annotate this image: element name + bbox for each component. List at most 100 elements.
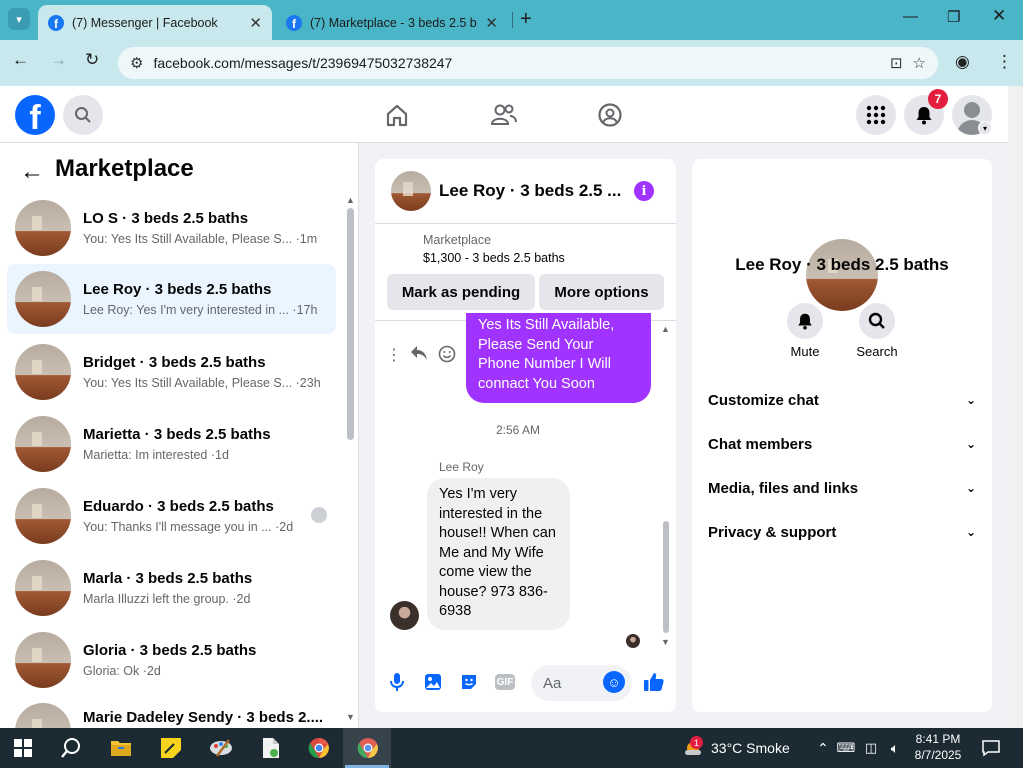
conversation-avatar[interactable] [806,239,878,311]
chevron-down-icon[interactable]: ▾ [978,121,992,135]
clock[interactable]: 8:41 PM 8/7/2025 [910,731,966,763]
incoming-message-bubble[interactable]: Yes I'm very interested in the house!! W… [427,478,570,630]
chevron-down-icon: ⌄ [965,437,976,451]
conversation-item[interactable]: Gloria · 3 beds 2.5 baths Gloria: Ok ·2d [7,625,336,695]
tab-search-button[interactable]: ▾ [8,8,30,30]
conversation-name: Marietta · 3 beds 2.5 baths [83,426,271,443]
file-explorer-icon[interactable] [108,735,134,761]
conversation-name: Gloria · 3 beds 2.5 baths [83,642,257,659]
info-icon[interactable]: i [634,181,654,201]
bookmark-star-icon[interactable]: ☆ [913,54,926,72]
media-files-links-section[interactable]: Media, files and links ⌄ [708,476,976,500]
forward-button[interactable]: → [50,50,67,70]
seen-avatar-icon [311,507,327,523]
weather-text[interactable]: 33°C Smoke [711,740,790,756]
conversation-item-selected[interactable]: Lee Roy · 3 beds 2.5 baths Lee Roy: Yes I… [7,264,336,334]
chat-title[interactable]: Lee Roy · 3 beds 2.5 ... [439,181,621,201]
url-text: facebook.com/messages/t/2396947503273824… [153,55,453,71]
conversation-item[interactable]: Marietta · 3 beds 2.5 baths Marietta: Im … [7,409,336,479]
listing-thumbnail [15,488,71,544]
network-icon[interactable]: ⌨ [833,735,859,761]
search-icon[interactable] [63,95,103,135]
close-tab-icon[interactable]: ✕ [249,14,262,32]
conversation-item[interactable]: Eduardo · 3 beds 2.5 baths You: Thanks I'… [7,481,336,551]
paint-icon[interactable] [208,735,234,761]
listing-thumbnail [15,200,71,256]
scroll-up-arrow-icon[interactable]: ▲ [661,324,670,334]
conversation-snippet: You: Yes Its Still Available, Please S..… [83,232,318,246]
conversation-snippet: Marla Illuzzi left the group. ·2d [83,592,251,606]
sticky-notes-icon[interactable] [158,735,184,761]
notifications-icon[interactable] [978,735,1004,761]
conversation-name: LO S · 3 beds 2.5 baths [83,210,249,227]
emoji-icon[interactable]: ☺ [603,671,625,693]
site-info-icon[interactable]: ⚙ [130,54,143,72]
notification-count-badge: 7 [928,89,948,109]
mute-button[interactable] [787,303,823,339]
close-window-button[interactable]: ✕ [992,6,1006,26]
outgoing-message-bubble[interactable]: Yes Its Still Available, Please Send You… [466,313,651,403]
scroll-up-arrow-icon[interactable]: ▲ [346,195,355,205]
list-scrollbar-thumb[interactable] [347,208,354,440]
privacy-support-section[interactable]: Privacy & support ⌄ [708,520,976,544]
conversation-name: Eduardo · 3 beds 2.5 baths [83,498,274,515]
customize-chat-section[interactable]: Customize chat ⌄ [708,388,976,412]
chat-avatar[interactable] [391,171,431,211]
profile-icon[interactable]: ◉ [955,52,970,72]
facebook-logo-icon[interactable]: f [15,95,55,135]
sender-avatar[interactable] [390,601,419,630]
home-icon[interactable] [382,100,412,130]
conversation-item[interactable]: LO S · 3 beds 2.5 baths You: Yes Its Stil… [7,193,336,263]
volume-icon[interactable]: 🔈︎ [882,735,908,761]
install-app-icon[interactable]: ⊡ [890,54,903,72]
chrome-profile-icon[interactable] [306,735,332,761]
conversation-item[interactable]: Marie Dadeley Sendy · 3 beds 2.... [7,697,336,728]
windows-start-icon[interactable] [10,735,36,761]
search-conversation-button[interactable] [859,303,895,339]
clock-time: 8:41 PM [915,732,961,746]
tab-marketplace[interactable]: f (7) Marketplace - 3 beds 2.5 ba ✕ [276,5,508,40]
minimize-button[interactable]: — [903,8,918,25]
tab-divider [512,12,513,28]
close-tab-icon[interactable]: ✕ [485,14,498,32]
more-actions-icon[interactable]: ⋮ [386,345,402,365]
conversation-name: Lee Roy · 3 beds 2.5 baths [83,281,272,298]
new-tab-button[interactable]: + [520,8,532,31]
listing-price[interactable]: $1,300 - 3 beds 2.5 baths [423,251,565,265]
back-button[interactable]: ← [12,50,29,70]
conversation-item[interactable]: Marla · 3 beds 2.5 baths Marla Illuzzi le… [7,553,336,623]
address-bar[interactable]: ⚙ facebook.com/messages/t/23969475032738… [118,47,938,79]
gif-icon[interactable]: GIF [494,671,516,693]
restore-button[interactable]: ❐ [947,8,960,26]
reply-icon[interactable] [410,345,428,366]
conversation-snippet: Lee Roy: Yes I'm very interested in ... … [83,303,318,317]
conversation-item[interactable]: Bridget · 3 beds 2.5 baths You: Yes Its S… [7,337,336,407]
microphone-icon[interactable] [386,671,408,693]
chat-members-section[interactable]: Chat members ⌄ [708,432,976,456]
more-options-button[interactable]: More options [539,274,664,310]
thumbs-up-icon[interactable] [642,671,666,693]
mute-label: Mute [790,344,820,359]
back-arrow-icon[interactable]: ← [20,158,44,186]
search-icon[interactable] [58,735,84,761]
browser-menu-icon[interactable]: ⋮ [996,52,1013,72]
listing-thumbnail [15,560,71,616]
active-app-highlight [343,728,391,768]
page-scrollbar[interactable] [1008,86,1023,728]
photo-icon[interactable] [422,671,444,693]
mark-as-pending-button[interactable]: Mark as pending [387,274,535,310]
meet-now-icon[interactable]: ◫ [858,735,884,761]
section-label: Chat members [708,435,813,453]
scroll-down-arrow-icon[interactable]: ▼ [661,637,670,647]
scroll-down-arrow-icon[interactable]: ▼ [346,712,355,722]
groups-icon[interactable] [595,100,625,130]
friends-icon[interactable] [489,100,519,130]
tab-messenger[interactable]: f (7) Messenger | Facebook ✕ [38,5,272,40]
chat-scrollbar-thumb[interactable] [663,521,669,633]
react-emoji-icon[interactable] [438,345,456,368]
menu-grid-icon[interactable] [856,95,896,135]
sticker-icon[interactable] [458,671,480,693]
reload-button[interactable]: ↻ [85,50,99,70]
document-app-icon[interactable] [258,735,284,761]
panel-title: Marketplace [55,155,194,182]
